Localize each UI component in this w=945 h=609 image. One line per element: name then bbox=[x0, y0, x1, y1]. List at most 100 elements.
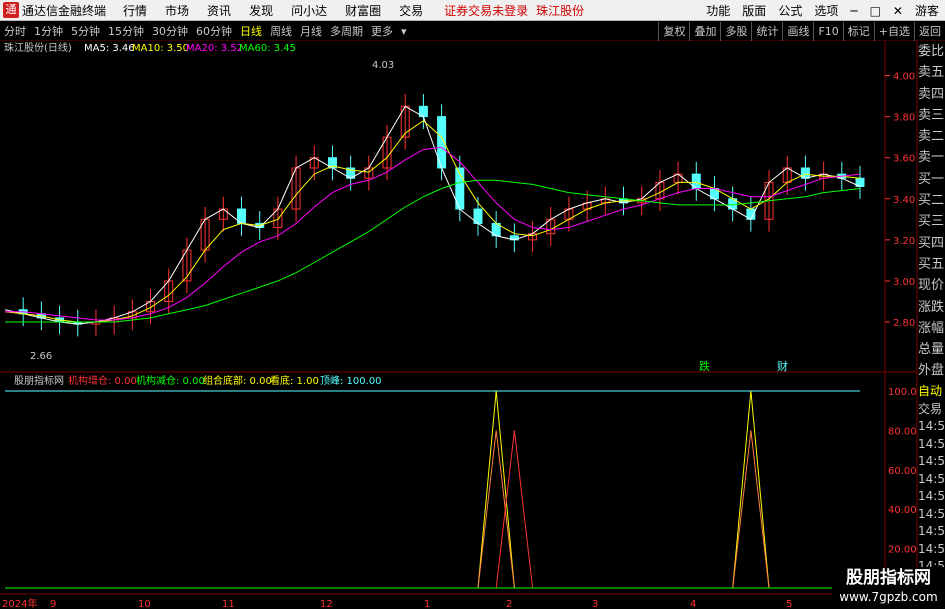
back-button[interactable]: 返回 bbox=[914, 22, 945, 41]
quote-label: 买二 bbox=[918, 193, 945, 209]
minimize-icon[interactable]: ─ bbox=[844, 4, 863, 18]
quote-label: 买四 bbox=[918, 235, 945, 251]
quote-label: 总量 bbox=[918, 342, 945, 358]
low-price-label: 2.66 bbox=[30, 351, 52, 362]
current-stock: 珠江股份 bbox=[536, 3, 585, 18]
x-tick-label: 1 bbox=[424, 599, 430, 609]
x-tick-label: 11 bbox=[222, 599, 235, 609]
period-weekly[interactable]: 周线 bbox=[266, 23, 296, 39]
y-tick-label: 3.40 bbox=[893, 195, 915, 206]
trade-label[interactable]: 交易 bbox=[918, 400, 945, 418]
trade-panel: 自动 交易 14:55 14:55 14:56 14:56 14:56 14:5… bbox=[918, 382, 945, 576]
tick-time: 14:55 bbox=[918, 419, 945, 433]
x-tick-label: 4 bbox=[690, 599, 696, 609]
ma-line-ma10 bbox=[4, 120, 861, 323]
app-logo-icon: 通 bbox=[3, 2, 19, 18]
auto-label[interactable]: 自动 bbox=[918, 382, 945, 400]
y-tick-label: 3.80 bbox=[893, 113, 915, 124]
menu-formula[interactable]: 公式 bbox=[772, 2, 808, 19]
x-tick-label: 10 bbox=[138, 599, 151, 609]
watermark-site: 股朋指标网 bbox=[846, 568, 931, 588]
indicator-name: 股朋指标网 bbox=[14, 374, 64, 387]
login-warning[interactable]: 证券交易未登录 bbox=[444, 2, 528, 19]
menu-layout[interactable]: 版面 bbox=[736, 2, 772, 19]
y-tick-label: 3.60 bbox=[893, 154, 915, 165]
quote-panel-labels: 委比 卖五 卖四 卖三 卖二 卖一 买一 买二 买三 买四 买五 现价 涨跌 涨… bbox=[918, 41, 945, 382]
y-tick-label: 3.20 bbox=[893, 236, 915, 247]
watermark-url: www.7gpzb.com bbox=[839, 590, 938, 604]
ma-line-ma5 bbox=[4, 105, 861, 325]
app-title: 通达信金融终端 bbox=[22, 3, 107, 18]
period-tick[interactable]: 分时 bbox=[0, 23, 30, 39]
close-icon[interactable]: ✕ bbox=[887, 4, 909, 18]
sub-line bbox=[5, 430, 860, 589]
menu-item-trade[interactable]: 交易 bbox=[390, 2, 432, 19]
quote-label: 卖五 bbox=[918, 65, 945, 81]
period-30min[interactable]: 30分钟 bbox=[148, 23, 192, 39]
ma-line-ma20 bbox=[5, 146, 861, 321]
tick-time: 14:56 bbox=[918, 524, 945, 538]
sub-y-tick-label: 80.00 bbox=[888, 426, 917, 437]
quote-label: 现价 bbox=[918, 278, 945, 294]
x-tick-label: 12 bbox=[320, 599, 333, 609]
period-toolbar: 分时 1分钟 5分钟 15分钟 30分钟 60分钟 日线 周线 月线 多周期 更… bbox=[0, 22, 945, 41]
quote-label: 买三 bbox=[918, 214, 945, 230]
y-tick-label: 3.00 bbox=[893, 277, 915, 288]
menu-item-wealth[interactable]: 财富圈 bbox=[336, 2, 390, 19]
menu-item-news[interactable]: 资讯 bbox=[198, 2, 240, 19]
x-tick-label: 5 bbox=[786, 599, 792, 609]
quote-label: 外盘 bbox=[918, 363, 945, 379]
mark-button[interactable]: 标记 bbox=[842, 22, 874, 41]
menu-item-ask[interactable]: 问小达 bbox=[282, 2, 336, 19]
period-5min[interactable]: 5分钟 bbox=[67, 23, 104, 39]
x-tick-label: 2 bbox=[506, 599, 512, 609]
period-1min[interactable]: 1分钟 bbox=[30, 23, 67, 39]
quote-label: 涨幅 bbox=[918, 320, 945, 336]
tick-time: 14:55 bbox=[918, 436, 945, 451]
combo-bottom-legend: 组合底部: 0.00 bbox=[203, 374, 272, 387]
x-tick-label: 3 bbox=[592, 599, 598, 609]
event-marker-finance[interactable]: 财 bbox=[777, 359, 788, 373]
draw-button[interactable]: 画线 bbox=[782, 22, 813, 41]
adjust-button[interactable]: 复权 bbox=[658, 22, 689, 41]
sub-line bbox=[5, 390, 860, 589]
period-60min[interactable]: 60分钟 bbox=[192, 23, 236, 39]
guest-label[interactable]: 游客 bbox=[909, 2, 945, 19]
stock-legend-name: 珠江股份(日线) bbox=[4, 41, 72, 54]
quote-label: 涨跌 bbox=[918, 299, 945, 315]
sub-y-tick-label: 40.00 bbox=[888, 505, 917, 516]
stats-button[interactable]: 统计 bbox=[751, 22, 782, 41]
chevron-down-icon[interactable]: ▾ bbox=[397, 25, 411, 38]
overlay-button[interactable]: 叠加 bbox=[689, 22, 720, 41]
chart-area[interactable]: 珠江股份(日线) MA5: 3.46 MA10: 3.50 MA20: 3.52… bbox=[0, 41, 945, 609]
menu-item-discover[interactable]: 发现 bbox=[240, 2, 282, 19]
y-tick-label: 4.00 bbox=[893, 72, 915, 83]
sub-y-tick-label: 60.00 bbox=[888, 466, 917, 477]
menu-item-quotes[interactable]: 行情 bbox=[114, 2, 156, 19]
ma20-legend: MA20: 3.52 bbox=[186, 43, 243, 54]
event-marker-drop[interactable]: 跌 bbox=[699, 359, 710, 373]
kline-chart[interactable]: 珠江股份(日线) MA5: 3.46 MA10: 3.50 MA20: 3.52… bbox=[0, 41, 945, 609]
inst-decrease-legend: 机构减仓: 0.00 bbox=[136, 374, 205, 387]
quote-label: 委比 bbox=[918, 44, 945, 59]
menu-function[interactable]: 功能 bbox=[700, 2, 736, 19]
high-price-label: 4.03 bbox=[372, 60, 394, 71]
period-15min[interactable]: 15分钟 bbox=[104, 23, 148, 39]
menu-options[interactable]: 选项 bbox=[808, 2, 844, 19]
sub-y-tick-label: 20.00 bbox=[888, 545, 917, 556]
ma60-legend: MA60: 3.45 bbox=[239, 43, 296, 54]
see-bottom-legend: 看底: 1.00 bbox=[270, 374, 319, 387]
period-more[interactable]: 更多 bbox=[367, 23, 397, 39]
menu-bar: 通 通达信金融终端 行情 市场 资讯 发现 问小达 财富圈 交易 证券交易未登录… bbox=[0, 0, 945, 21]
sub-y-tick-label: 100.0 bbox=[888, 387, 917, 398]
maximize-icon[interactable]: □ bbox=[864, 4, 887, 18]
ma5-legend: MA5: 3.46 bbox=[84, 43, 135, 54]
menu-item-market[interactable]: 市场 bbox=[156, 2, 198, 19]
multi-stock-button[interactable]: 多股 bbox=[720, 22, 751, 41]
period-daily[interactable]: 日线 bbox=[236, 23, 266, 39]
period-multi[interactable]: 多周期 bbox=[326, 23, 367, 39]
add-watchlist-button[interactable]: +自选 bbox=[873, 22, 914, 41]
f10-button[interactable]: F10 bbox=[813, 22, 842, 41]
period-monthly[interactable]: 月线 bbox=[296, 23, 326, 39]
quote-label: 买一 bbox=[918, 171, 945, 187]
